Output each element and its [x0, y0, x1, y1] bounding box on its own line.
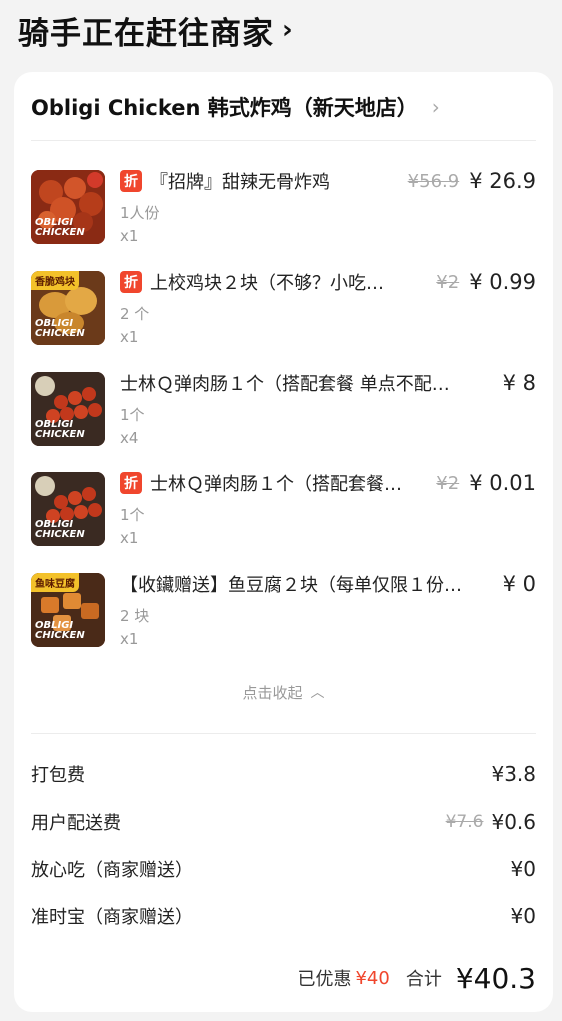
discount-badge: 折: [120, 170, 142, 192]
discount-badge: 折: [120, 472, 142, 494]
discount-label: 已优惠: [297, 969, 352, 990]
thumb-brand: OBLIGI CHICKEN: [35, 318, 85, 339]
order-item[interactable]: OBLIGI CHICKEN 士林Ｑ弹肉肠１个（搭配套餐 单点不配… ¥ 8 1…: [31, 371, 536, 450]
food-thumbnail: OBLIGI CHICKEN: [31, 372, 105, 446]
item-name: 上校鸡块２块（不够？小吃…: [150, 273, 384, 294]
divider: [31, 733, 536, 734]
discount-value: ¥40: [355, 967, 390, 989]
item-spec: 1个: [120, 406, 145, 424]
item-price: ¥ 0.99: [469, 270, 536, 294]
order-summary: 已优惠 ¥40 合计 ¥40.3: [297, 960, 536, 996]
total-label: 合计: [405, 969, 442, 990]
thumb-tag: 香脆鸡块: [31, 271, 79, 290]
item-name: 『招牌』甜辣无骨炸鸡: [150, 172, 330, 193]
item-quantity: x1: [120, 529, 139, 547]
item-name: 【收鑶赠送】鱼豆腐２块（每单仅限１份…: [120, 575, 462, 596]
total-value: ¥40.3: [455, 961, 536, 995]
item-spec: 1个: [120, 506, 145, 524]
item-quantity: x1: [120, 227, 139, 245]
item-spec: 1人份: [120, 204, 160, 222]
fee-label: 用户配送费: [31, 813, 121, 834]
discount-badge: 折: [120, 271, 142, 293]
chevron-right-icon: ›: [282, 15, 294, 45]
fee-value: ¥0.6: [491, 810, 536, 834]
item-price: ¥ 0: [502, 572, 536, 596]
food-thumbnail: 香脆鸡块 OBLIGI CHICKEN: [31, 271, 105, 345]
item-original-price: ¥56.9: [407, 170, 460, 192]
fee-label: 准时宝（商家赠送）: [31, 907, 193, 928]
order-item[interactable]: OBLIGI CHICKEN 折 『招牌』甜辣无骨炸鸡 ¥56.9 ¥ 26.9…: [31, 169, 536, 248]
fee-row-on-time-guarantee[interactable]: 准时宝（商家赠送） ¥0: [31, 901, 536, 931]
order-status-title: 骑手正在赶往商家: [18, 15, 274, 52]
thumb-brand: OBLIGI CHICKEN: [35, 620, 85, 641]
item-quantity: x1: [120, 328, 139, 346]
fee-value: ¥3.8: [491, 762, 536, 786]
fee-row-delivery: 用户配送费 ¥7.6 ¥0.6: [31, 807, 536, 837]
order-item[interactable]: OBLIGI CHICKEN 折 士林Ｑ弹肉肠１个（搭配套餐… ¥2 ¥ 0.0…: [31, 471, 536, 550]
item-spec: 2 个: [120, 305, 150, 323]
order-item[interactable]: 鱼味豆腐 OBLIGI CHICKEN 【收鑶赠送】鱼豆腐２块（每单仅限１份… …: [31, 572, 536, 651]
item-name: 士林Ｑ弹肉肠１个（搭配套餐…: [150, 474, 402, 495]
fee-label: 放心吃（商家赠送）: [31, 860, 193, 881]
thumb-tag: 鱼味豆腐: [31, 573, 79, 592]
item-price: ¥ 26.9: [469, 169, 536, 193]
item-name: 士林Ｑ弹肉肠１个（搭配套餐 单点不配…: [120, 374, 450, 395]
thumb-brand: OBLIGI CHICKEN: [35, 519, 85, 540]
collapse-toggle[interactable]: 点击收起 ︿: [14, 680, 553, 704]
fee-value: ¥0: [510, 857, 536, 881]
order-card: Obligi Chicken 韩式炸鸡（新天地店） › OBLIGI CHICK…: [14, 72, 553, 1012]
chevron-up-icon: ︿: [310, 685, 325, 701]
collapse-label: 点击收起: [242, 683, 303, 702]
store-name: Obligi Chicken 韩式炸鸡（新天地店）: [31, 96, 418, 120]
thumb-brand: OBLIGI CHICKEN: [35, 217, 85, 238]
fee-label: 打包费: [31, 765, 85, 786]
divider: [31, 140, 536, 141]
item-quantity: x4: [120, 429, 139, 447]
fee-original-value: ¥7.6: [445, 812, 484, 832]
item-original-price: ¥2: [436, 472, 460, 494]
order-item[interactable]: 香脆鸡块 OBLIGI CHICKEN 折 上校鸡块２块（不够？小吃… ¥2 ¥…: [31, 270, 536, 349]
item-spec: 2 块: [120, 607, 150, 625]
item-quantity: x1: [120, 630, 139, 648]
fee-row-food-safety[interactable]: 放心吃（商家赠送） ¥0: [31, 854, 536, 884]
item-price: ¥ 8: [502, 371, 536, 395]
fee-value: ¥0: [510, 904, 536, 928]
order-status-header[interactable]: 骑手正在赶往商家 ›: [18, 8, 294, 52]
food-thumbnail: 鱼味豆腐 OBLIGI CHICKEN: [31, 573, 105, 647]
food-thumbnail: OBLIGI CHICKEN: [31, 170, 105, 244]
thumb-brand: OBLIGI CHICKEN: [35, 419, 85, 440]
item-original-price: ¥2: [436, 271, 460, 293]
fee-row-packaging: 打包费 ¥3.8: [31, 759, 536, 789]
store-header[interactable]: Obligi Chicken 韩式炸鸡（新天地店） ›: [31, 90, 536, 124]
item-price: ¥ 0.01: [469, 471, 536, 495]
food-thumbnail: OBLIGI CHICKEN: [31, 472, 105, 546]
chevron-right-icon: ›: [431, 95, 440, 119]
